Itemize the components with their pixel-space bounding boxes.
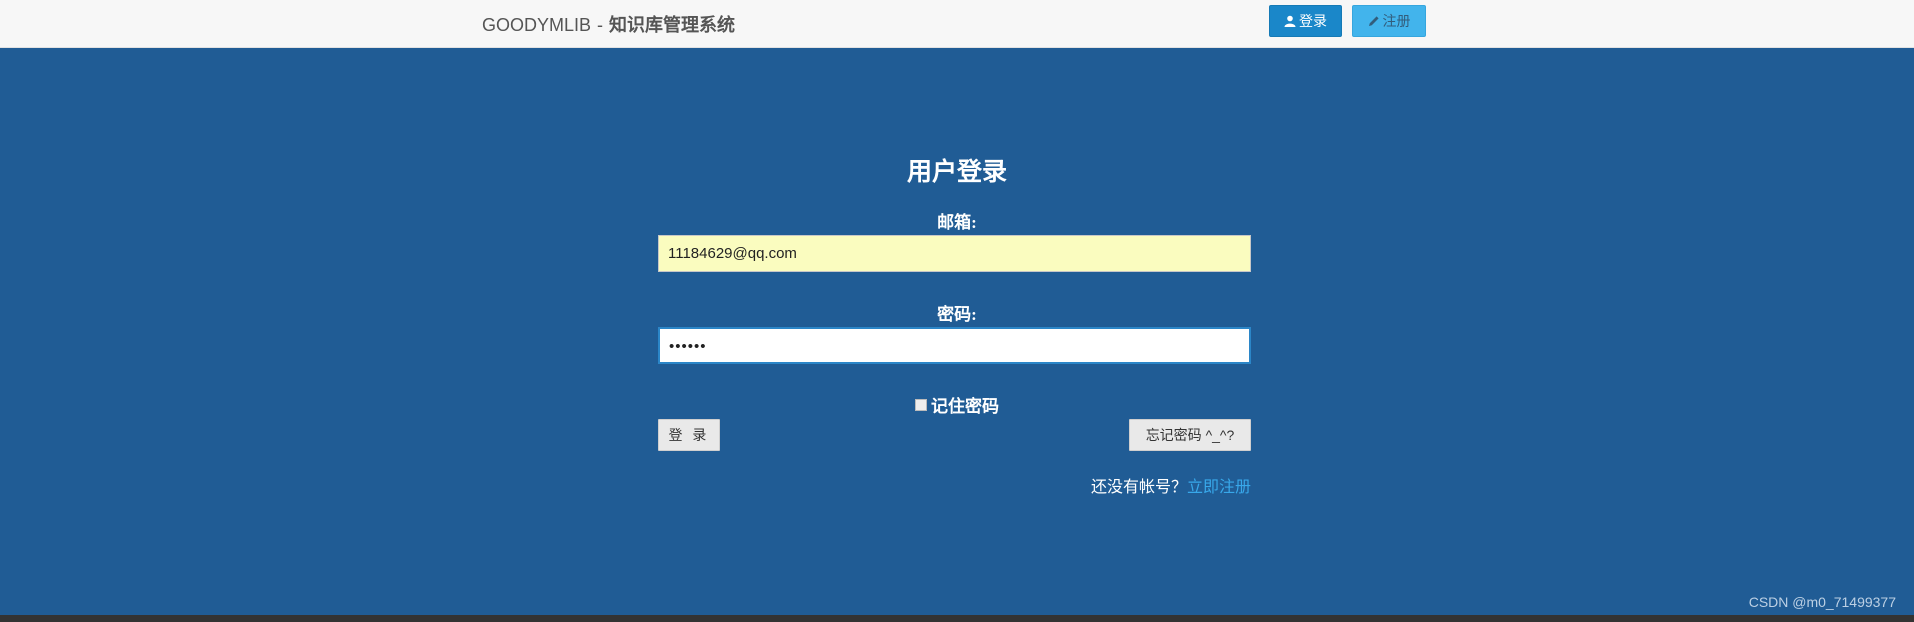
signup-prompt: 还没有帐号？立即注册 [1091,473,1251,497]
remember-password-checkbox[interactable] [915,399,927,411]
nav-login-button[interactable]: 登录 [1269,5,1342,37]
email-field[interactable]: 11184629@qq.com [658,235,1251,272]
password-label: 密码: [937,305,977,324]
nav-register-label: 注册 [1382,13,1411,29]
no-account-text: 还没有帐号？ [1090,479,1187,496]
remember-password-row: 记住密码 [0,392,1914,417]
signup-link[interactable]: 立即注册 [1187,479,1251,496]
brand-name-cn: 知识库管理系统 [609,15,736,35]
pencil-icon [1368,16,1379,26]
top-navbar: GOODYMLIB - 知识库管理系统 登录 注册 [0,0,1914,48]
nav-register-button[interactable]: 注册 [1352,5,1426,37]
brand-name-en: GOODYMLIB [482,15,592,35]
watermark: CSDN @m0_71499377 [1748,594,1896,610]
password-field[interactable]: •••••• [658,327,1251,364]
login-form-title: 用户登录 [906,158,1007,186]
email-label: 邮箱: [937,213,977,232]
bottom-edge [0,615,1914,622]
nav-login-label: 登录 [1299,13,1327,29]
login-submit-button[interactable]: 登 录 [658,419,720,451]
user-icon [1284,15,1296,27]
remember-password-label[interactable]: 记住密码 [931,397,999,416]
forgot-password-button[interactable]: 忘记密码 ^_^? [1129,419,1251,451]
brand-title[interactable]: GOODYMLIB - 知识库管理系统 [482,11,735,37]
brand-separator: - [597,15,604,35]
